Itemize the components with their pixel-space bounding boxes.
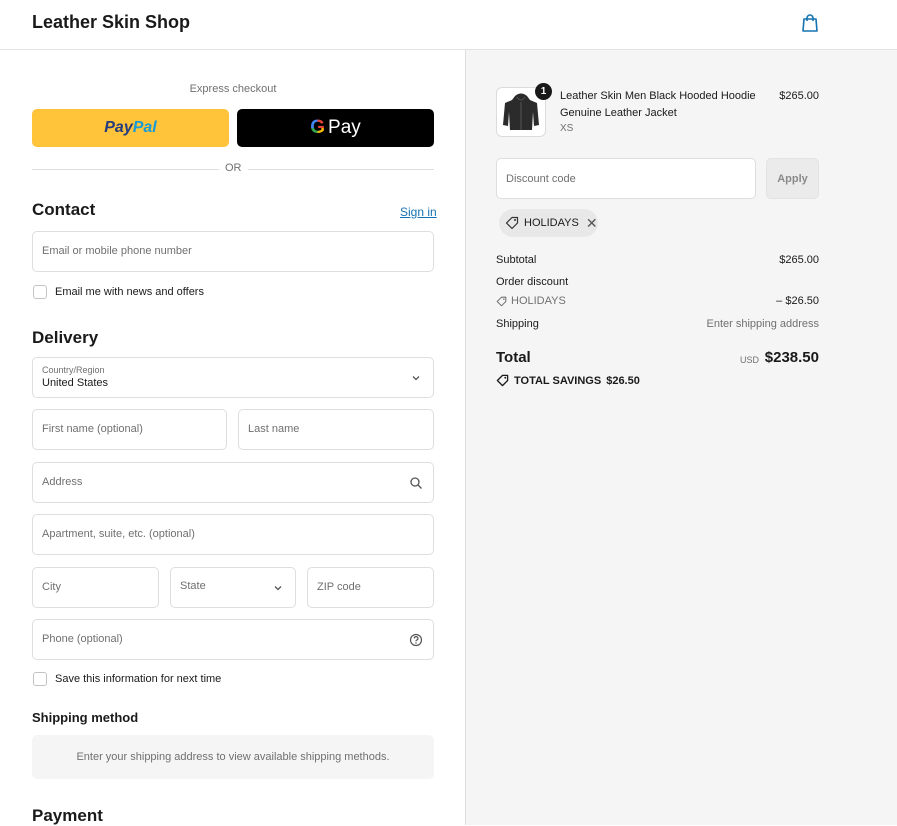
search-icon	[410, 477, 422, 489]
state-placeholder: State	[180, 580, 206, 592]
apartment-placeholder: Apartment, suite, etc. (optional)	[42, 528, 195, 540]
discount-code-input[interactable]: Discount code	[496, 158, 756, 199]
discount-chip-label: HOLIDAYS	[524, 217, 579, 229]
remove-discount-icon[interactable]: ✕	[586, 215, 598, 232]
total-label: Total	[496, 349, 531, 366]
first-name-placeholder: First name (optional)	[42, 423, 143, 435]
zip-placeholder: ZIP code	[317, 581, 361, 593]
zip-field[interactable]: ZIP code	[307, 567, 434, 608]
google-g-icon: G	[310, 117, 326, 138]
save-info-label: Save this information for next time	[55, 673, 222, 685]
chevron-down-icon	[412, 376, 420, 381]
subtotal-label: Subtotal	[496, 254, 537, 266]
country-label: Country/Region	[42, 365, 105, 375]
last-name-field[interactable]: Last name	[238, 409, 434, 450]
phone-field[interactable]: Phone (optional)	[32, 619, 434, 660]
paypal-logo: PayPal	[104, 119, 157, 136]
product-price: $265.00	[779, 90, 819, 102]
tag-icon	[496, 296, 507, 306]
order-discount-label: Order discount	[496, 276, 569, 288]
savings-label: TOTAL SAVINGS	[514, 374, 602, 387]
total-savings: TOTAL SAVINGS $26.50	[496, 374, 640, 387]
city-field[interactable]: City	[32, 567, 159, 608]
currency-code: USD	[740, 355, 760, 365]
email-field[interactable]: Email or mobile phone number	[32, 231, 434, 272]
shopping-bag-icon[interactable]	[801, 13, 819, 33]
country-select[interactable]: Country/Region United States	[32, 357, 434, 398]
order-discount-row: Order discount	[496, 276, 819, 292]
contact-heading: Contact	[32, 200, 96, 219]
last-name-placeholder: Last name	[248, 423, 300, 435]
tag-icon	[505, 216, 519, 230]
discount-value: – $26.50	[776, 295, 819, 307]
subtotal-value: $265.00	[779, 254, 819, 266]
paypal-button[interactable]: PayPal	[32, 109, 229, 147]
shipping-method-notice: Enter your shipping address to view avai…	[32, 735, 434, 779]
news-checkbox[interactable]	[33, 285, 47, 299]
first-name-field[interactable]: First name (optional)	[32, 409, 227, 450]
delivery-heading: Delivery	[32, 328, 99, 347]
discount-code-label: HOLIDAYS	[511, 295, 566, 307]
or-separator: OR	[219, 162, 248, 174]
google-pay-button[interactable]: G Pay	[237, 109, 434, 147]
shipping-label: Shipping	[496, 318, 539, 330]
checkout-form: Express checkout PayPal G Pay OR Contact…	[0, 50, 466, 825]
state-select[interactable]: State	[170, 567, 296, 608]
total-value: $238.50	[764, 349, 819, 366]
phone-placeholder: Phone (optional)	[42, 633, 123, 645]
discount-detail-row: HOLIDAYS – $26.50	[496, 295, 819, 311]
address-placeholder: Address	[42, 476, 83, 488]
site-header: Leather Skin Shop	[0, 0, 897, 50]
savings-value: $26.50	[606, 374, 640, 387]
address-field[interactable]: Address	[32, 462, 434, 503]
shipping-row: Shipping Enter shipping address	[496, 318, 819, 334]
country-value: United States	[42, 377, 109, 389]
help-icon[interactable]	[409, 633, 423, 647]
news-checkbox-label: Email me with news and offers	[55, 286, 204, 298]
shop-name[interactable]: Leather Skin Shop	[32, 12, 190, 33]
express-checkout-label: Express checkout	[189, 83, 277, 95]
email-placeholder: Email or mobile phone number	[42, 245, 192, 257]
subtotal-row: Subtotal $265.00	[496, 254, 819, 270]
tag-icon	[496, 374, 509, 387]
apartment-field[interactable]: Apartment, suite, etc. (optional)	[32, 514, 434, 555]
shipping-value: Enter shipping address	[706, 318, 819, 330]
discount-chip: HOLIDAYS ✕	[499, 209, 598, 237]
city-placeholder: City	[42, 581, 61, 593]
order-summary: 1 Leather Skin Men Black Hooded Hoodie G…	[466, 50, 897, 825]
product-variant: XS	[560, 123, 574, 134]
save-info-checkbox[interactable]	[33, 672, 47, 686]
apply-button[interactable]: Apply	[766, 158, 819, 199]
sign-in-link[interactable]: Sign in	[400, 205, 437, 219]
payment-heading: Payment	[32, 806, 103, 825]
chevron-down-icon	[274, 586, 282, 591]
product-name: Leather Skin Men Black Hooded Hoodie Gen…	[560, 90, 756, 119]
gpay-label: Pay	[328, 117, 361, 138]
discount-placeholder: Discount code	[506, 173, 576, 185]
quantity-badge: 1	[535, 83, 552, 100]
shipping-method-heading: Shipping method	[32, 710, 139, 725]
